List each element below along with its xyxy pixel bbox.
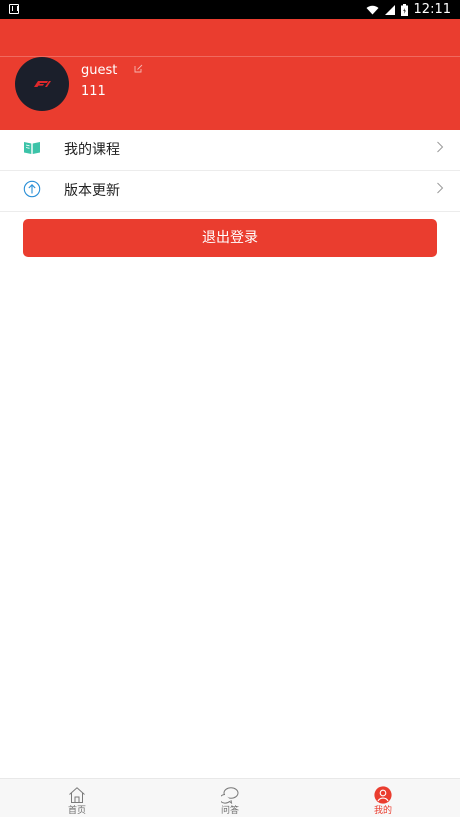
menu-item-label: 我的课程 [64, 142, 120, 158]
user-id: 111 [81, 84, 106, 99]
profile-header: guest 111 [0, 19, 460, 130]
edit-icon[interactable] [134, 64, 143, 73]
bottom-tab-bar: 首页 问答 我的 [0, 778, 460, 817]
chat-icon [221, 787, 239, 804]
battery-icon [400, 3, 408, 16]
tab-label: 我的 [373, 806, 392, 816]
notification-icon [9, 4, 19, 14]
tab-label: 首页 [67, 806, 86, 816]
user-icon [374, 786, 392, 804]
tab-mine[interactable]: 我的 [353, 779, 413, 817]
tab-label: 问答 [220, 806, 239, 816]
wifi-icon [366, 5, 379, 14]
upload-arrow-icon [23, 180, 41, 198]
home-icon [69, 787, 85, 803]
signal-icon [384, 4, 395, 15]
logout-button[interactable]: 退出登录 [23, 219, 437, 257]
menu-list: 我的课程 版本更新 [0, 130, 460, 212]
menu-item-version-update[interactable]: 版本更新 [0, 171, 460, 212]
book-icon [24, 142, 40, 154]
avatar[interactable] [15, 57, 69, 111]
menu-item-label: 版本更新 [64, 183, 120, 199]
username: guest [81, 63, 118, 78]
header-divider [0, 56, 460, 57]
chevron-right-icon [437, 182, 444, 194]
tab-qa[interactable]: 问答 [200, 779, 260, 817]
chevron-right-icon [437, 141, 444, 153]
status-bar: 12:11 [0, 0, 460, 19]
menu-item-my-courses[interactable]: 我的课程 [0, 130, 460, 171]
logo-icon [34, 81, 51, 87]
status-time: 12:11 [413, 2, 451, 17]
tab-home[interactable]: 首页 [47, 779, 107, 817]
